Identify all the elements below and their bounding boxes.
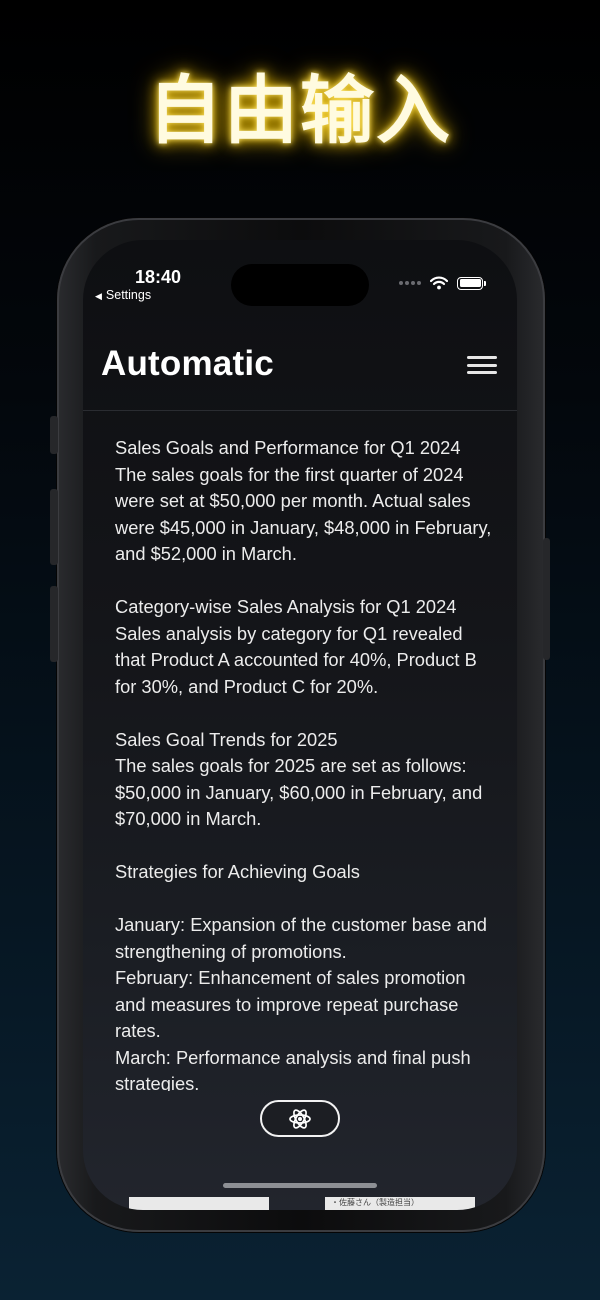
- peek-text: ・佐藤さん（製造担当）: [331, 1198, 419, 1207]
- underlying-document-peek-left: [129, 1197, 269, 1210]
- promo-headline: 自由输入: [148, 68, 452, 154]
- phone-power-button: [543, 538, 550, 660]
- phone-volume-down-button: [50, 586, 58, 662]
- phone-screen: 18:40 ◀ Settings Automatic Sales Goals an…: [83, 240, 517, 1210]
- wifi-icon: [430, 276, 448, 290]
- battery-icon: [457, 276, 486, 290]
- page-title: Automatic: [101, 344, 274, 383]
- cellular-signal-icon: [399, 281, 421, 285]
- back-triangle-icon: ◀: [95, 291, 102, 301]
- back-to-settings-link[interactable]: ◀ Settings: [95, 288, 151, 302]
- status-indicators: [399, 276, 486, 290]
- underlying-document-peek-right: ・佐藤さん（製造担当）: [325, 1197, 475, 1210]
- status-time: 18:40: [135, 267, 182, 287]
- phone-action-button: [50, 416, 58, 454]
- header-divider: [83, 410, 517, 411]
- text-editor[interactable]: Sales Goals and Performance for Q1 2024 …: [115, 435, 495, 1091]
- home-indicator: [223, 1183, 377, 1188]
- hamburger-menu-icon[interactable]: [467, 354, 497, 376]
- atom-icon: [289, 1108, 311, 1129]
- phone-volume-up-button: [50, 489, 58, 565]
- ai-generate-button[interactable]: [260, 1100, 340, 1137]
- back-label: Settings: [105, 288, 152, 302]
- dynamic-island: [231, 264, 369, 306]
